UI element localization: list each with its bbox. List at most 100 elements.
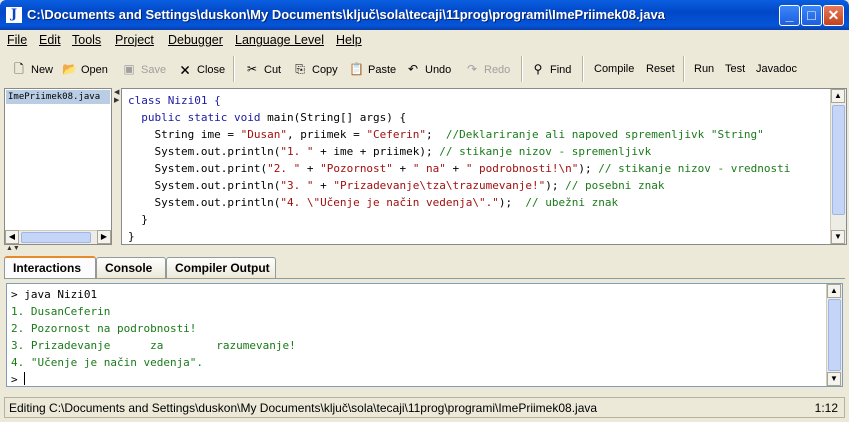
expand-right-icon[interactable]: ▶ [114, 96, 119, 104]
tab-interactions[interactable]: Interactions [4, 256, 96, 279]
editor-vscrollbar[interactable]: ▲ ▼ [830, 89, 846, 244]
scroll-up-icon[interactable]: ▲ [831, 89, 845, 103]
code-line: class Nizi01 { [128, 94, 221, 107]
save-button[interactable]: ▣ Save [122, 58, 166, 80]
paste-label: Paste [368, 64, 397, 76]
code-line: + [445, 162, 466, 175]
close-label: Close [197, 64, 226, 76]
close-window-button[interactable]: ✕ [823, 5, 844, 26]
code-line: System.out.println( [128, 179, 281, 192]
code-line: + [392, 162, 413, 175]
horizontal-splitter[interactable]: ▲▼ [0, 245, 849, 256]
interactions-pane[interactable]: > java Nizi01 1. DusanCeferin 2. Pozorno… [6, 283, 843, 387]
drjava-app-icon: J [6, 7, 22, 23]
code-line: + [313, 179, 334, 192]
find-label: Find [550, 64, 572, 76]
test-button[interactable]: Test [725, 58, 745, 80]
code-string: " na" [412, 162, 446, 175]
scroll-down-icon[interactable]: ▼ [827, 372, 841, 386]
code-editor[interactable]: class Nizi01 { public static void main(S… [121, 88, 847, 245]
splitter-arrows-icon[interactable]: ▲▼ [6, 245, 20, 252]
menu-help[interactable]: Help [336, 33, 362, 47]
tab-divider [4, 278, 845, 279]
console-output-line: 1. DusanCeferin [11, 305, 111, 318]
toolbar-separator [582, 56, 584, 82]
code-comment: // stikanje nizov - vrednosti [598, 162, 791, 175]
tab-console[interactable]: Console [96, 257, 166, 278]
menu-project[interactable]: Project [115, 33, 154, 47]
code-line: ); [545, 179, 566, 192]
scroll-left-icon[interactable]: ◀ [5, 230, 19, 244]
reset-button[interactable]: Reset [646, 58, 675, 80]
menu-edit[interactable]: Edit [39, 33, 61, 47]
status-bar: Editing C:\Documents and Settings\duskon… [4, 397, 845, 418]
find-button[interactable]: ⚲ Find [531, 58, 572, 80]
code-line: ); [498, 196, 526, 209]
code-keyword: public static void [141, 111, 261, 124]
scroll-thumb[interactable] [21, 232, 91, 243]
code-string: "3. " [280, 179, 314, 192]
minimize-button[interactable]: _ [779, 5, 800, 26]
code-line: System.out.print( [128, 162, 268, 175]
code-line: } [128, 230, 135, 243]
copy-icon: ⎘ [295, 62, 305, 76]
open-button[interactable]: 📂 Open [62, 58, 108, 80]
console-prompt: > [11, 373, 25, 386]
window-title: C:\Documents and Settings\duskon\My Docu… [27, 7, 665, 22]
file-panel-hscrollbar[interactable]: ◀ ▶ [5, 230, 111, 244]
menu-language-level[interactable]: Language Level [235, 33, 324, 47]
menu-tools[interactable]: Tools [72, 33, 101, 47]
interactions-vscrollbar[interactable]: ▲ ▼ [826, 284, 842, 386]
scroll-right-icon[interactable]: ▶ [97, 230, 111, 244]
vertical-splitter[interactable]: ◀ ▶ [113, 88, 121, 245]
code-line: ; [426, 128, 446, 141]
paste-button[interactable]: 📋 Paste [349, 58, 396, 80]
code-line: + [300, 162, 321, 175]
code-line: main(String[] args) { [260, 111, 407, 124]
menu-file[interactable]: File [7, 33, 27, 47]
code-line: , priimek = [286, 128, 367, 141]
open-folder-icon: 📂 [62, 62, 77, 76]
collapse-left-icon[interactable]: ◀ [114, 88, 119, 96]
compile-button[interactable]: Compile [594, 58, 634, 80]
scroll-thumb[interactable] [828, 299, 841, 371]
code-string: "Pozornost" [320, 162, 393, 175]
console-output-line: 2. Pozornost na podrobnosti! [11, 322, 197, 335]
scroll-up-icon[interactable]: ▲ [827, 284, 841, 298]
scissors-icon: ✂ [246, 62, 258, 76]
code-string: " podrobnosti!\n" [465, 162, 579, 175]
new-file-icon: 🗋 [14, 62, 24, 76]
undo-label: Undo [425, 64, 452, 76]
code-string: "1. " [280, 145, 314, 158]
redo-button[interactable]: ↷ Redo [465, 58, 510, 80]
scroll-down-icon[interactable]: ▼ [831, 230, 845, 244]
redo-icon: ↷ [466, 62, 478, 76]
menu-debugger[interactable]: Debugger [168, 33, 223, 47]
code-string: "4. \"Učenje je način vedenja\"." [280, 196, 499, 209]
undo-icon: ↶ [407, 62, 419, 76]
new-button[interactable]: 🗋 New [12, 58, 53, 80]
save-disk-icon: ▣ [123, 62, 135, 76]
interactions-text: > java Nizi01 1. DusanCeferin 2. Pozorno… [11, 286, 296, 386]
status-message: Editing C:\Documents and Settings\duskon… [9, 401, 598, 415]
undo-button[interactable]: ↶ Undo [406, 58, 451, 80]
toolbar-separator [233, 56, 235, 82]
code-line: String ime = [128, 128, 241, 141]
open-files-panel: ImePriimek08.java ◀ ▶ [4, 88, 112, 245]
binoculars-icon: ⚲ [533, 62, 543, 76]
run-button[interactable]: Run [694, 58, 714, 80]
close-file-button[interactable]: 🗙 Close [178, 58, 225, 80]
tab-compiler-output[interactable]: Compiler Output [166, 257, 276, 278]
scroll-thumb[interactable] [832, 105, 845, 215]
clipboard-icon: 📋 [349, 62, 364, 76]
code-comment: // ubežni znak [525, 196, 619, 209]
code-string: "2. " [267, 162, 301, 175]
code-string: "Dusan" [240, 128, 287, 141]
text-caret [24, 372, 26, 385]
file-list-item[interactable]: ImePriimek08.java [6, 90, 110, 104]
copy-button[interactable]: ⎘ Copy [293, 58, 338, 80]
javadoc-button[interactable]: Javadoc [756, 58, 797, 80]
title-bar[interactable]: J C:\Documents and Settings\duskon\My Do… [0, 0, 849, 30]
maximize-button[interactable]: □ [801, 5, 822, 26]
cut-button[interactable]: ✂ Cut [245, 58, 281, 80]
